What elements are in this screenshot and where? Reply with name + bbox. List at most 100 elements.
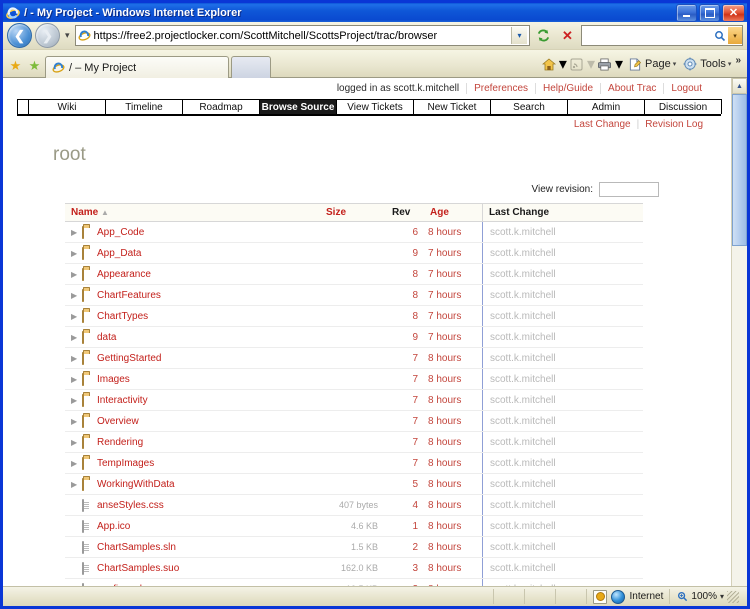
entry-name-link[interactable]: Overview bbox=[97, 416, 139, 427]
entry-name-link[interactable]: Rendering bbox=[97, 437, 143, 448]
expand-triangle-icon[interactable]: ▶ bbox=[71, 417, 78, 426]
table-row[interactable]: ▶ Images 7 8 hours scott.k.mitchell bbox=[65, 368, 643, 390]
view-revision-input[interactable] bbox=[599, 182, 659, 197]
entry-name-link[interactable]: ChartSamples.sln bbox=[97, 542, 176, 553]
expand-triangle-icon[interactable]: ▶ bbox=[71, 228, 78, 237]
table-row[interactable]: ▶ ChartFeatures 8 7 hours scott.k.mitchell bbox=[65, 284, 643, 306]
scrollbar-thumb[interactable] bbox=[732, 94, 747, 246]
entry-name-link[interactable]: WorkingWithData bbox=[97, 479, 175, 490]
metanav-help-guide[interactable]: Help/Guide bbox=[535, 83, 600, 94]
entry-name-link[interactable]: Images bbox=[97, 374, 130, 385]
entry-name-link[interactable]: ChartFeatures bbox=[97, 290, 161, 301]
mainnav-item-view-tickets[interactable]: View Tickets bbox=[336, 99, 414, 114]
table-row[interactable]: ▶ChartSamples.suo 162.0 KB38 hoursscott.k… bbox=[65, 557, 643, 579]
table-row[interactable]: ▶config.xml 10.5 KB38 hoursscott.k.mitche… bbox=[65, 578, 643, 587]
expand-triangle-icon[interactable]: ▶ bbox=[71, 291, 78, 300]
entry-name-link[interactable]: App_Code bbox=[97, 227, 144, 238]
table-row[interactable]: ▶ TempImages 7 8 hours scott.k.mitchell bbox=[65, 452, 643, 474]
toolbar-overflow-icon[interactable]: » bbox=[735, 55, 741, 66]
mainnav-item-discussion[interactable]: Discussion bbox=[644, 99, 722, 114]
zoom-dropdown-icon[interactable]: ▾ bbox=[720, 592, 724, 601]
refresh-icon[interactable] bbox=[533, 25, 554, 46]
entry-name-link[interactable]: TempImages bbox=[97, 458, 154, 469]
entry-name-link[interactable]: config.xml bbox=[97, 584, 142, 587]
search-icon[interactable] bbox=[711, 27, 728, 44]
expand-triangle-icon[interactable]: ▶ bbox=[71, 270, 78, 279]
table-row[interactable]: ▶App.ico 4.6 KB18 hoursscott.k.mitchell bbox=[65, 515, 643, 537]
scrollbar-track[interactable] bbox=[732, 94, 747, 586]
expand-triangle-icon[interactable]: ▶ bbox=[71, 375, 78, 384]
expand-triangle-icon[interactable]: ▶ bbox=[71, 480, 78, 489]
mainnav-item-admin[interactable]: Admin bbox=[567, 99, 645, 114]
expand-triangle-icon[interactable]: ▶ bbox=[71, 459, 78, 468]
column-header-size[interactable]: Size bbox=[320, 203, 386, 222]
address-dropdown-icon[interactable]: ▾ bbox=[511, 27, 527, 44]
table-row[interactable]: ▶ Overview 7 8 hours scott.k.mitchell bbox=[65, 410, 643, 432]
zoom-control[interactable]: 100% ▾ bbox=[670, 589, 747, 604]
expand-triangle-icon[interactable]: ▶ bbox=[71, 396, 78, 405]
expand-triangle-icon[interactable]: ▶ bbox=[71, 438, 78, 447]
metanav-preferences[interactable]: Preferences bbox=[466, 83, 535, 94]
close-button[interactable]: ✕ bbox=[722, 4, 745, 22]
table-row[interactable]: ▶ Rendering 7 8 hours scott.k.mitchell bbox=[65, 431, 643, 453]
home-icon[interactable] bbox=[541, 57, 557, 72]
entry-name-link[interactable]: GettingStarted bbox=[97, 353, 161, 364]
print-dropdown-icon[interactable]: ▾ bbox=[615, 54, 623, 74]
mainnav-item-wiki[interactable]: Wiki bbox=[28, 99, 106, 114]
metanav-logout[interactable]: Logout bbox=[663, 83, 709, 94]
ctxtnav-revision-log[interactable]: Revision Log bbox=[639, 119, 709, 130]
maximize-button[interactable] bbox=[699, 4, 720, 22]
security-zone-indicator[interactable]: Internet bbox=[587, 589, 671, 604]
expand-triangle-icon[interactable]: ▶ bbox=[71, 333, 78, 342]
ctxtnav-last-change[interactable]: Last Change bbox=[568, 119, 637, 130]
mainnav-item-new-ticket[interactable]: New Ticket bbox=[413, 99, 491, 114]
search-box[interactable]: ▾ bbox=[581, 25, 743, 46]
mainnav-item-browse-source[interactable]: Browse Source bbox=[259, 99, 337, 114]
tools-menu-button[interactable]: Tools ▾ bbox=[680, 56, 733, 73]
mainnav-item-search[interactable]: Search bbox=[490, 99, 568, 114]
column-header-last-change[interactable]: Last Change bbox=[482, 203, 643, 222]
page-scrollbar[interactable]: ▲ bbox=[731, 78, 747, 586]
expand-triangle-icon[interactable]: ▶ bbox=[71, 312, 78, 321]
entry-name-link[interactable]: App_Data bbox=[97, 248, 141, 259]
column-header-rev[interactable]: Rev bbox=[386, 203, 424, 222]
column-header-name[interactable]: Name ▲ bbox=[65, 203, 320, 222]
table-row[interactable]: ▶ data 9 7 hours scott.k.mitchell bbox=[65, 326, 643, 348]
table-row[interactable]: ▶anseStyles.css 407 bytes48 hoursscott.k.… bbox=[65, 494, 643, 516]
entry-name-link[interactable]: anseStyles.css bbox=[97, 500, 164, 511]
table-row[interactable]: ▶ App_Data 9 7 hours scott.k.mitchell bbox=[65, 242, 643, 264]
table-row[interactable]: ▶ App_Code 6 8 hours scott.k.mitchell bbox=[65, 221, 643, 243]
metanav-about-trac[interactable]: About Trac bbox=[600, 83, 663, 94]
minimize-button[interactable] bbox=[676, 4, 697, 22]
entry-name-link[interactable]: Appearance bbox=[97, 269, 151, 280]
home-dropdown-icon[interactable]: ▾ bbox=[559, 54, 567, 74]
favorites-star-icon[interactable]: ★ bbox=[7, 57, 24, 74]
entry-name-link[interactable]: ChartSamples.suo bbox=[97, 563, 179, 574]
feeds-icon[interactable] bbox=[569, 57, 585, 72]
browser-tab-my-project[interactable]: / – My Project bbox=[45, 56, 229, 78]
table-row[interactable]: ▶ WorkingWithData 5 8 hours scott.k.mitchell bbox=[65, 473, 643, 495]
entry-name-link[interactable]: Interactivity bbox=[97, 395, 148, 406]
forward-button[interactable]: ❯ bbox=[35, 23, 60, 48]
page-menu-button[interactable]: Page ▾ bbox=[625, 56, 678, 73]
resize-grip-icon[interactable] bbox=[727, 590, 739, 603]
scroll-up-button[interactable]: ▲ bbox=[732, 78, 747, 94]
column-header-age[interactable]: Age bbox=[424, 203, 483, 222]
mainnav-item-timeline[interactable]: Timeline bbox=[105, 99, 183, 114]
back-button[interactable]: ❮ bbox=[7, 23, 32, 48]
entry-name-link[interactable]: ChartTypes bbox=[97, 311, 148, 322]
print-icon[interactable] bbox=[597, 57, 613, 72]
new-tab-button[interactable] bbox=[231, 56, 271, 78]
table-row[interactable]: ▶ ChartTypes 8 7 hours scott.k.mitchell bbox=[65, 305, 643, 327]
mainnav-item-roadmap[interactable]: Roadmap bbox=[182, 99, 260, 114]
address-bar[interactable]: https://free2.projectlocker.com/ScottMit… bbox=[74, 25, 530, 46]
search-provider-dropdown-icon[interactable]: ▾ bbox=[728, 27, 742, 44]
history-dropdown-icon[interactable]: ▾ bbox=[63, 30, 72, 41]
table-row[interactable]: ▶ Interactivity 7 8 hours scott.k.mitchell bbox=[65, 389, 643, 411]
expand-triangle-icon[interactable]: ▶ bbox=[71, 249, 78, 258]
entry-name-link[interactable]: data bbox=[97, 332, 116, 343]
table-row[interactable]: ▶ GettingStarted 7 8 hours scott.k.mitchell bbox=[65, 347, 643, 369]
entry-name-link[interactable]: App.ico bbox=[97, 521, 130, 532]
table-row[interactable]: ▶ Appearance 8 7 hours scott.k.mitchell bbox=[65, 263, 643, 285]
expand-triangle-icon[interactable]: ▶ bbox=[71, 354, 78, 363]
